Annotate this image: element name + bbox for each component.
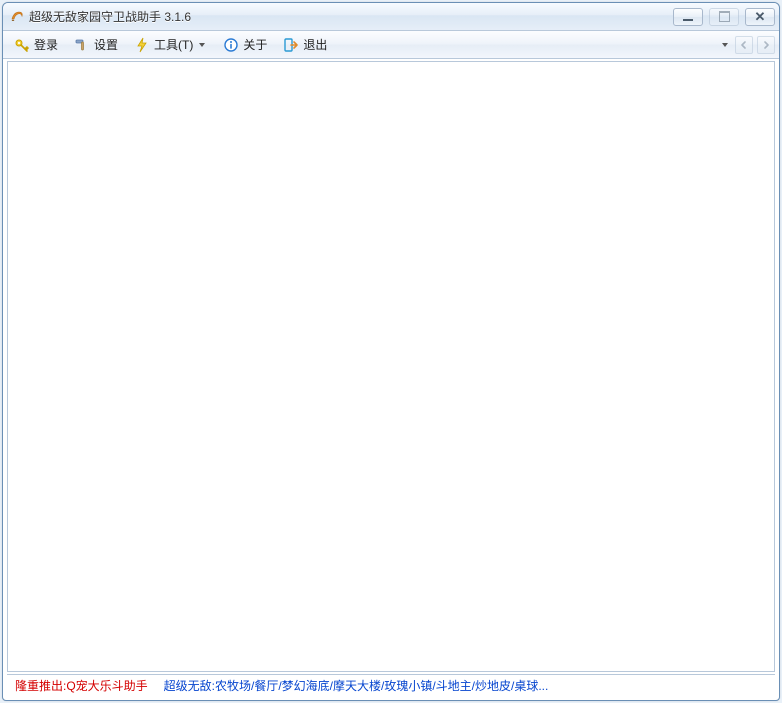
- status-links[interactable]: 超级无敌:农牧场/餐厅/梦幻海底/摩天大楼/玫瑰小镇/斗地主/炒地皮/桌球...: [164, 677, 549, 694]
- toolbar-overflow-button[interactable]: [719, 43, 731, 47]
- toolbar: 登录 设置 工具(T): [3, 31, 779, 59]
- lightning-icon: [134, 37, 150, 53]
- maximize-button[interactable]: [709, 8, 739, 26]
- nav-back-button[interactable]: [735, 36, 753, 54]
- settings-button[interactable]: 设置: [67, 34, 125, 56]
- app-icon: [9, 9, 25, 25]
- chevron-down-icon: [197, 43, 207, 47]
- close-button[interactable]: ✕: [745, 8, 775, 26]
- info-icon: [223, 37, 239, 53]
- app-window: 超级无敌家园守卫战助手 3.1.6 ✕ 登录: [2, 2, 780, 701]
- minimize-button[interactable]: [673, 8, 703, 26]
- exit-icon: [283, 37, 299, 53]
- titlebar[interactable]: 超级无敌家园守卫战助手 3.1.6 ✕: [3, 3, 779, 31]
- tools-label: 工具(T): [154, 36, 193, 53]
- status-promo[interactable]: 隆重推出:Q宠大乐斗助手: [15, 677, 148, 694]
- window-title: 超级无敌家园守卫战助手 3.1.6: [29, 8, 673, 25]
- login-button[interactable]: 登录: [7, 34, 65, 56]
- status-bar: 隆重推出:Q宠大乐斗助手 超级无敌:农牧场/餐厅/梦幻海底/摩天大楼/玫瑰小镇/…: [7, 674, 775, 696]
- content-area: [7, 61, 775, 672]
- settings-label: 设置: [94, 36, 118, 53]
- nav-forward-button[interactable]: [757, 36, 775, 54]
- exit-label: 退出: [303, 36, 327, 53]
- hammer-icon: [74, 37, 90, 53]
- exit-button[interactable]: 退出: [276, 34, 334, 56]
- about-button[interactable]: 关于: [216, 34, 274, 56]
- key-icon: [14, 37, 30, 53]
- about-label: 关于: [243, 36, 267, 53]
- login-label: 登录: [34, 36, 58, 53]
- tools-button[interactable]: 工具(T): [127, 34, 214, 56]
- window-controls: ✕: [673, 8, 775, 26]
